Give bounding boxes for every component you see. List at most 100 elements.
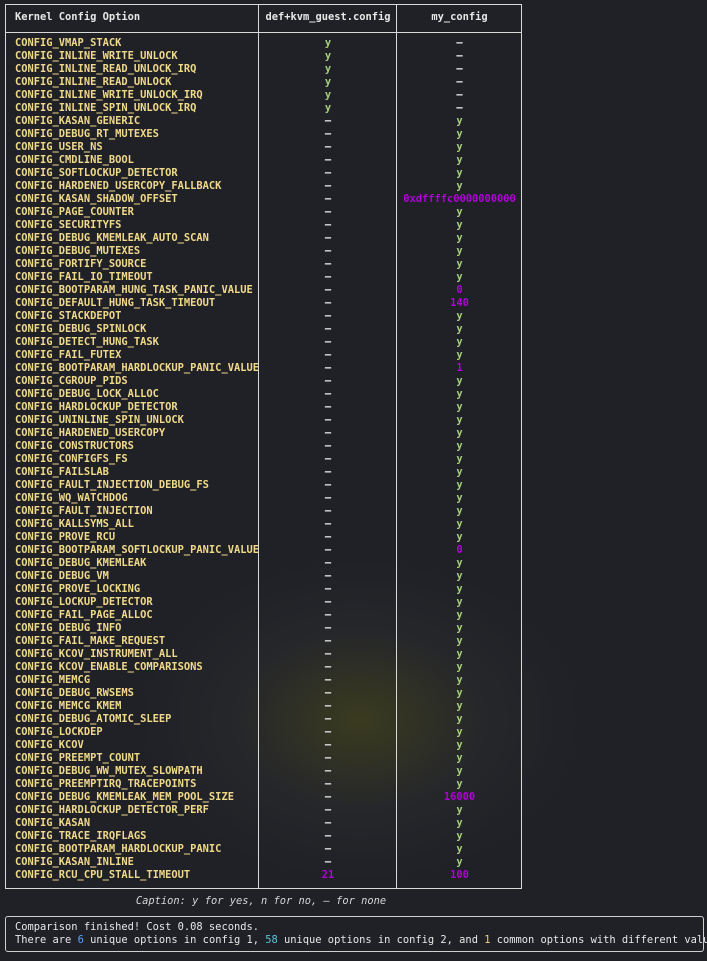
config1-value-cell: – — [324, 219, 332, 231]
config1-value-cell: – — [324, 401, 332, 413]
config2-value-cell: y — [456, 440, 463, 452]
table-row: CONFIG_KCOV_INSTRUMENT_ALL – y — [6, 648, 521, 661]
table-row: CONFIG_RCU_CPU_STALL_TIMEOUT 21 100 — [6, 869, 521, 882]
table-caption: Caption: y for yes, n for no, – for none — [135, 895, 387, 907]
table-row: CONFIG_STACKDEPOT – y — [6, 310, 521, 323]
config1-value-cell: – — [324, 245, 332, 257]
option-name-cell: CONFIG_SECURITYFS — [15, 219, 122, 231]
table-row: CONFIG_DEBUG_INFO – y — [6, 622, 521, 635]
config1-value-cell: – — [324, 557, 332, 569]
config2-value-cell: y — [456, 115, 463, 127]
option-name-cell: CONFIG_INLINE_WRITE_UNLOCK — [15, 50, 178, 62]
config1-value-cell: y — [324, 102, 332, 114]
table-row: CONFIG_LOCKUP_DETECTOR – y — [6, 596, 521, 609]
config2-value-cell: y — [456, 739, 463, 751]
option-name-cell: CONFIG_PREEMPT_COUNT — [15, 752, 141, 764]
config2-value-cell: y — [456, 479, 463, 491]
table-row: CONFIG_INLINE_READ_UNLOCK y – — [6, 76, 521, 89]
config2-value-cell: y — [456, 830, 463, 842]
summary-text: common options with different values. — [490, 934, 707, 946]
table-row: CONFIG_DEBUG_SPINLOCK – y — [6, 323, 521, 336]
table-row: CONFIG_PREEMPTIRQ_TRACEPOINTS – y — [6, 778, 521, 791]
table-row: CONFIG_FAILSLAB – y — [6, 466, 521, 479]
config2-value-cell: y — [456, 596, 463, 608]
table-row: CONFIG_PROVE_RCU – y — [6, 531, 521, 544]
option-name-cell: CONFIG_PROVE_RCU — [15, 531, 116, 543]
option-name-cell: CONFIG_FAILSLAB — [15, 466, 109, 478]
table-row: CONFIG_DEBUG_MUTEXES – y — [6, 245, 521, 258]
table-row: CONFIG_INLINE_READ_UNLOCK_IRQ y – — [6, 63, 521, 76]
table-row: CONFIG_FAIL_IO_TIMEOUT – y — [6, 271, 521, 284]
config2-value-cell: y — [456, 323, 463, 335]
config1-value-cell: – — [324, 843, 332, 855]
summary-text: unique options in config 1, — [83, 934, 266, 946]
config1-value-cell: – — [324, 661, 332, 673]
option-name-cell: CONFIG_DEFAULT_HUNG_TASK_TIMEOUT — [15, 297, 216, 309]
config2-value-cell: y — [456, 349, 463, 361]
config2-value-cell: 0xdffffc0000000000 — [403, 193, 516, 205]
option-name-cell: CONFIG_FAIL_MAKE_REQUEST — [15, 635, 166, 647]
config1-value-cell: – — [324, 271, 332, 283]
config1-value-cell: – — [324, 258, 332, 270]
config2-value-cell: y — [456, 154, 463, 166]
config2-value-cell: 0 — [456, 544, 463, 556]
option-name-cell: CONFIG_PREEMPTIRQ_TRACEPOINTS — [15, 778, 197, 790]
header-config1: def+kvm_guest.config — [265, 11, 391, 23]
config2-value-cell: y — [456, 336, 463, 348]
option-name-cell: CONFIG_KCOV_INSTRUMENT_ALL — [15, 648, 178, 660]
table-row: CONFIG_FAIL_PAGE_ALLOC – y — [6, 609, 521, 622]
option-name-cell: CONFIG_FAULT_INJECTION — [15, 505, 153, 517]
option-name-cell: CONFIG_DEBUG_KMEMLEAK — [15, 557, 147, 569]
config2-value-cell: y — [456, 375, 463, 387]
config2-value-cell: y — [456, 219, 463, 231]
summary-line-2: There are 6 unique options in config 1, … — [15, 934, 707, 947]
config2-value-cell: y — [456, 856, 463, 868]
option-name-cell: CONFIG_STACKDEPOT — [15, 310, 122, 322]
table-row: CONFIG_DEBUG_VM – y — [6, 570, 521, 583]
table-row: CONFIG_USER_NS – y — [6, 141, 521, 154]
option-name-cell: CONFIG_CONSTRUCTORS — [15, 440, 134, 452]
config2-value-cell: y — [456, 622, 463, 634]
config1-value-cell: – — [324, 206, 332, 218]
config2-value-cell: y — [456, 687, 463, 699]
config-comparison-table: Kernel Config Option def+kvm_guest.confi… — [5, 4, 522, 889]
option-name-cell: CONFIG_FAIL_FUTEX — [15, 349, 122, 361]
table-row: CONFIG_BOOTPARAM_HUNG_TASK_PANIC_VALUE – 0 — [6, 284, 521, 297]
config2-value-cell: y — [456, 271, 463, 283]
option-name-cell: CONFIG_BOOTPARAM_HARDLOCKUP_PANIC_VALUE — [15, 362, 259, 374]
config1-value-cell: – — [324, 297, 332, 309]
config1-value-cell: – — [324, 323, 332, 335]
config1-value-cell: – — [324, 479, 332, 491]
option-name-cell: CONFIG_INLINE_READ_UNLOCK — [15, 76, 172, 88]
summary-text: There are — [15, 934, 78, 946]
table-row: CONFIG_DEBUG_WW_MUTEX_SLOWPATH – y — [6, 765, 521, 778]
config2-value-cell: y — [456, 700, 463, 712]
config2-value-cell: y — [456, 531, 463, 543]
option-name-cell: CONFIG_DEBUG_LOCK_ALLOC — [15, 388, 159, 400]
config1-value-cell: – — [324, 284, 332, 296]
option-name-cell: CONFIG_CONFIGFS_FS — [15, 453, 128, 465]
option-name-cell: CONFIG_INLINE_SPIN_UNLOCK_IRQ — [15, 102, 197, 114]
config1-value-cell: – — [324, 518, 332, 530]
table-row: CONFIG_MEMCG – y — [6, 674, 521, 687]
table-row: CONFIG_DEBUG_RT_MUTEXES – y — [6, 128, 521, 141]
table-row: CONFIG_KCOV – y — [6, 739, 521, 752]
config1-value-cell: – — [324, 583, 332, 595]
config1-value-cell: – — [324, 687, 332, 699]
config1-value-cell: – — [324, 531, 332, 543]
option-name-cell: CONFIG_FAIL_IO_TIMEOUT — [15, 271, 153, 283]
config1-value-cell: y — [324, 76, 332, 88]
config1-value-cell: – — [324, 492, 332, 504]
table-row: CONFIG_PAGE_COUNTER – y — [6, 206, 521, 219]
config2-value-cell: y — [456, 388, 463, 400]
config2-value-cell: y — [456, 141, 463, 153]
config1-value-cell: – — [324, 453, 332, 465]
config1-value-cell: y — [324, 89, 332, 101]
table-row: CONFIG_HARDLOCKUP_DETECTOR – y — [6, 401, 521, 414]
table-row: CONFIG_BOOTPARAM_HARDLOCKUP_PANIC – y — [6, 843, 521, 856]
config1-value-cell: – — [324, 141, 332, 153]
option-name-cell: CONFIG_RCU_CPU_STALL_TIMEOUT — [15, 869, 191, 881]
config1-value-cell: – — [324, 700, 332, 712]
config2-value-cell: y — [456, 167, 463, 179]
option-name-cell: CONFIG_BOOTPARAM_HUNG_TASK_PANIC_VALUE — [15, 284, 253, 296]
